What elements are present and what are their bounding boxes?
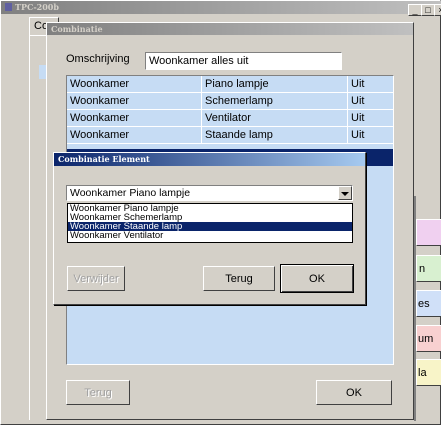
element-dialog-title: Combinatie Element [58, 154, 150, 164]
combinatie-element-dialog: Combinatie Element Woonkamer Piano lampj… [53, 152, 366, 305]
cell-room: Woonkamer [67, 127, 202, 143]
list-item-highlighted[interactable]: Woonkamer Staande lamp [68, 222, 352, 231]
combinatie-ok-label: OK [346, 386, 362, 399]
combinatie-back-button[interactable]: Terug [66, 380, 130, 405]
omschrijving-input[interactable]: Woonkamer alles uit [145, 52, 342, 70]
cell-state: Uit [351, 78, 365, 90]
right-button-pink[interactable] [416, 219, 441, 246]
cell-room: Woonkamer [67, 110, 202, 126]
list-item[interactable]: Woonkamer Schemerlamp [68, 213, 352, 222]
table-row[interactable]: Woonkamer Schemerlamp Uit [67, 93, 393, 110]
table-row[interactable]: Woonkamer Piano lampje Uit [67, 76, 393, 93]
element-remove-label: Verwijder [73, 272, 119, 285]
element-remove-button[interactable]: Verwijder [67, 266, 125, 291]
cell-element: Staande lamp [202, 127, 348, 143]
combinatie-title: Combinatie [51, 24, 103, 34]
right-button-green[interactable]: n [416, 255, 441, 282]
right-button-green-label: n [419, 262, 426, 275]
maximize-icon: □ [425, 5, 431, 15]
element-ok-label: OK [309, 272, 325, 285]
element-options-list[interactable]: Woonkamer Piano lampje Woonkamer Schemer… [67, 203, 353, 243]
omschrijving-label: Omschrijving [66, 53, 130, 65]
cell-element: Piano lampje [202, 76, 348, 92]
right-button-blue-label: es [418, 297, 430, 310]
chevron-down-icon [341, 192, 349, 196]
close-button[interactable]: × [434, 4, 441, 16]
element-ok-button[interactable]: OK [280, 264, 354, 293]
right-button-yellow-label: la [418, 366, 427, 379]
minimize-icon: _ [412, 5, 418, 15]
element-back-button[interactable]: Terug [203, 266, 275, 291]
right-button-yellow[interactable]: la [416, 359, 441, 386]
right-button-blue[interactable]: es [416, 290, 441, 317]
app-icon [5, 3, 12, 11]
minimize-button[interactable]: _ [408, 4, 422, 16]
cell-state: Uit [351, 112, 365, 124]
combinatie-back-label: Terug [84, 386, 112, 399]
cell-state: Uit [351, 129, 365, 141]
element-select[interactable]: Woonkamer Piano lampje [66, 185, 353, 201]
list-item[interactable]: Woonkamer Ventilator [68, 231, 352, 240]
main-window-titlebar[interactable]: TPC-200b [1, 1, 441, 14]
omschrijving-value: Woonkamer alles uit [149, 55, 249, 67]
combinatie-titlebar[interactable]: Combinatie [47, 23, 413, 35]
cell-room: Woonkamer [67, 76, 202, 92]
table-row[interactable]: Woonkamer Ventilator Uit [67, 110, 393, 127]
maximize-button[interactable]: □ [421, 4, 435, 16]
list-item[interactable]: Woonkamer Piano lampje [68, 204, 352, 213]
cell-room: Woonkamer [67, 93, 202, 109]
combinatie-ok-button[interactable]: OK [316, 380, 392, 405]
element-select-value: Woonkamer Piano lampje [70, 187, 191, 199]
cell-element: Ventilator [202, 110, 348, 126]
right-button-red-label: um [418, 332, 434, 345]
main-window-title: TPC-200b [15, 2, 59, 12]
right-button-red[interactable]: um [416, 325, 441, 352]
element-dialog-titlebar[interactable]: Combinatie Element [54, 153, 365, 166]
table-row[interactable]: Woonkamer Staande lamp Uit [67, 127, 393, 144]
cell-state: Uit [351, 95, 365, 107]
element-back-label: Terug [225, 272, 253, 285]
element-select-dropdown-button[interactable] [338, 186, 352, 200]
cell-element: Schemerlamp [202, 93, 348, 109]
